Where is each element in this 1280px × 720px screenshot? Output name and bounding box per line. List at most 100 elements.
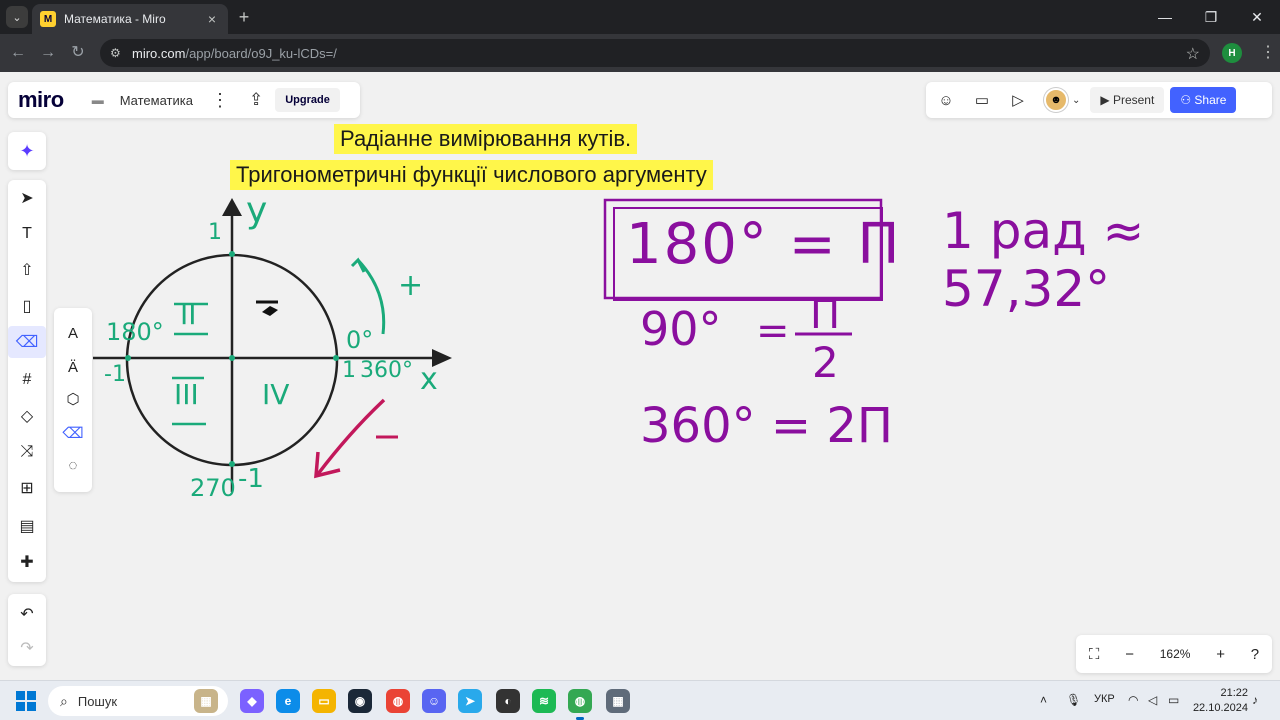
point-left bbox=[125, 355, 131, 361]
telegram-icon[interactable]: ➤ bbox=[458, 689, 482, 713]
wifi-icon[interactable]: ◠ bbox=[1128, 693, 1138, 707]
redo-icon[interactable]: ↷ bbox=[8, 632, 46, 664]
degree-180-label: 180° bbox=[106, 318, 164, 346]
zoom-out-icon[interactable]: − bbox=[1125, 646, 1134, 663]
fit-to-screen-icon[interactable]: ⛶ bbox=[1089, 646, 1100, 663]
start-windows-icon[interactable] bbox=[16, 691, 36, 711]
zoom-level[interactable]: 162% bbox=[1160, 647, 1191, 661]
file-explorer-icon[interactable]: ▭ bbox=[312, 689, 336, 713]
widget-icon[interactable]: ▦ bbox=[194, 689, 218, 713]
zoom-in-icon[interactable]: + bbox=[1216, 646, 1225, 663]
eraser-tool-icon[interactable]: ⌫ bbox=[8, 326, 46, 358]
chrome-icon[interactable]: ◍ bbox=[386, 689, 410, 713]
comments-icon[interactable]: ▭ bbox=[968, 91, 996, 109]
board-name[interactable]: Математика bbox=[120, 93, 193, 108]
present-button[interactable]: ▶ Present bbox=[1090, 87, 1165, 113]
keyboard-language[interactable]: УКР bbox=[1094, 693, 1115, 705]
profile-avatar[interactable]: H bbox=[1222, 43, 1242, 63]
browser-tab-bar: ⌄ M Математика - Miro × + — ❐ ✕ bbox=[0, 0, 1280, 34]
browser-tab[interactable]: M Математика - Miro × bbox=[32, 4, 228, 34]
browser-menu-icon[interactable]: ⋮ bbox=[1260, 42, 1276, 62]
radian-approximation: 1 рад ≈ 57,32° bbox=[942, 202, 1145, 318]
address-bar[interactable]: ⚙ miro.com/app/board/o9J_ku-lCDs=/ ☆ bbox=[100, 39, 1210, 67]
url-path: /app/board/o9J_ku-lCDs=/ bbox=[185, 45, 337, 61]
discord-icon[interactable]: ☺ bbox=[422, 689, 446, 713]
user-avatar[interactable]: ☻ bbox=[1044, 88, 1068, 112]
board-menu-icon[interactable]: ⋮ bbox=[211, 90, 229, 111]
collaboration-toolbar: ☺ ▭ ▷ ☻ ⌄ ▶ Present ⚇ Share bbox=[926, 82, 1272, 118]
new-tab-plus-icon[interactable]: + bbox=[234, 7, 254, 27]
video-call-icon[interactable]: ▷ bbox=[1004, 91, 1032, 109]
tab-title: Математика - Miro bbox=[64, 12, 166, 26]
back-arrow-icon[interactable]: ← bbox=[8, 43, 28, 63]
tray-chevron-up-icon[interactable]: ˄ bbox=[1040, 693, 1047, 707]
x-negative-label: -1 bbox=[104, 362, 126, 387]
degree-270-label: 270 bbox=[190, 474, 236, 502]
steam-icon[interactable]: ◉ bbox=[348, 689, 372, 713]
help-icon[interactable]: ? bbox=[1251, 646, 1259, 663]
text-tool-icon[interactable]: T bbox=[8, 218, 46, 250]
highlighter-icon[interactable]: Ä bbox=[54, 352, 92, 382]
restore-icon[interactable]: ❐ bbox=[1188, 0, 1234, 34]
edge-browser-icon[interactable]: e bbox=[276, 689, 300, 713]
forward-arrow-icon[interactable]: → bbox=[38, 43, 58, 63]
smart-drawing-icon[interactable]: ⬡ bbox=[54, 384, 92, 414]
ai-sparkle-icon[interactable]: ✦ bbox=[8, 132, 46, 170]
tab-close-icon[interactable]: × bbox=[204, 11, 220, 27]
tab-search-chevron-icon[interactable]: ⌄ bbox=[6, 6, 28, 28]
shapes-icon[interactable]: ◇ bbox=[8, 400, 46, 432]
search-placeholder: Пошук bbox=[77, 693, 118, 709]
equation-180-pi: 180° = П bbox=[626, 212, 902, 277]
sticky-note-icon[interactable]: ▯ bbox=[8, 290, 46, 322]
media-player-icon[interactable]: ◐ bbox=[496, 689, 520, 713]
eraser-icon[interactable]: ⌫ bbox=[54, 418, 92, 448]
spotify-icon[interactable]: ≋ bbox=[532, 689, 556, 713]
close-window-icon[interactable]: ✕ bbox=[1234, 0, 1280, 34]
connector-icon[interactable]: ⤨ bbox=[8, 436, 46, 468]
miro-board-canvas[interactable]: y x 1 -1 -1 1 0° 180° 360° 270 I II II I … bbox=[0, 72, 1280, 680]
undo-icon[interactable]: ↶ bbox=[8, 598, 46, 630]
share-label: Share bbox=[1194, 93, 1227, 107]
export-icon[interactable]: ⇪ bbox=[249, 90, 263, 110]
microphone-icon[interactable]: 🎙︎ bbox=[1066, 693, 1081, 707]
volume-icon[interactable]: ◁ bbox=[1148, 693, 1157, 707]
board-title-line-2[interactable]: Тригонометричні функції числового аргуме… bbox=[230, 160, 713, 190]
reactions-icon[interactable]: ☺ bbox=[932, 92, 960, 109]
url-text: miro.com/app/board/o9J_ku-lCDs=/ bbox=[132, 46, 337, 61]
minimize-icon[interactable]: — bbox=[1142, 0, 1188, 34]
site-info-icon[interactable]: ⚙ bbox=[110, 46, 130, 60]
lasso-icon[interactable]: ◌ bbox=[54, 450, 92, 480]
quadrant-4-label: IV bbox=[262, 378, 290, 411]
chevron-down-icon[interactable]: ⌄ bbox=[1072, 95, 1080, 106]
upgrade-button[interactable]: Upgrade bbox=[275, 88, 340, 112]
left-toolbar: ➤ T ⇧ ▯ ⌫ # ◇ ⤨ ⊞ ▤ ✚ bbox=[8, 180, 46, 582]
taskbar-clock[interactable]: 21:22 22.10.2024 bbox=[1190, 686, 1248, 716]
reload-icon[interactable]: ↻ bbox=[68, 43, 88, 63]
board-thumbnail-icon: ▬ bbox=[91, 93, 104, 107]
share-button[interactable]: ⚇ Share bbox=[1170, 87, 1237, 113]
frame-tool-icon[interactable]: # bbox=[8, 364, 46, 396]
pen-tools-panel: A Ä ⬡ ⌫ ◌ bbox=[54, 308, 92, 492]
upload-icon[interactable]: ⇧ bbox=[8, 254, 46, 286]
positive-direction-label: + bbox=[398, 268, 424, 303]
equation-90-left: 90° bbox=[640, 302, 722, 356]
equation-360-2pi: 360° = 2П bbox=[640, 398, 893, 454]
add-more-icon[interactable]: ✚ bbox=[8, 546, 46, 578]
calculator-icon[interactable]: ▦ bbox=[606, 689, 630, 713]
y-negative-label: -1 bbox=[238, 464, 264, 494]
table-icon[interactable]: ▤ bbox=[8, 510, 46, 542]
bookmark-star-icon[interactable]: ☆ bbox=[1186, 44, 1200, 64]
battery-icon[interactable]: ▭ bbox=[1168, 693, 1179, 707]
board-title-line-1[interactable]: Радіанне вимірювання кутів. bbox=[334, 124, 638, 154]
notifications-bell-icon[interactable]: ♪ bbox=[1252, 693, 1258, 707]
templates-icon[interactable]: ⊞ bbox=[8, 472, 46, 504]
equation-90-denominator: 2 bbox=[812, 338, 839, 387]
copilot-icon[interactable]: ◆ bbox=[240, 689, 264, 713]
windows-taskbar: ⌕ Пошук ▦ ◆ e ▭ ◉ ◍ ☺ ➤ ◐ ≋ ◍ ▦ ˄ 🎙︎ УКР … bbox=[0, 680, 1280, 720]
pen-icon[interactable]: A bbox=[54, 318, 92, 348]
miro-logo[interactable]: miro bbox=[18, 87, 64, 113]
window-controls: — ❐ ✕ bbox=[1142, 0, 1280, 34]
y-axis-arrow-icon bbox=[222, 198, 242, 216]
chrome-active-icon[interactable]: ◍ bbox=[568, 689, 592, 720]
select-cursor-icon[interactable]: ➤ bbox=[8, 182, 46, 214]
